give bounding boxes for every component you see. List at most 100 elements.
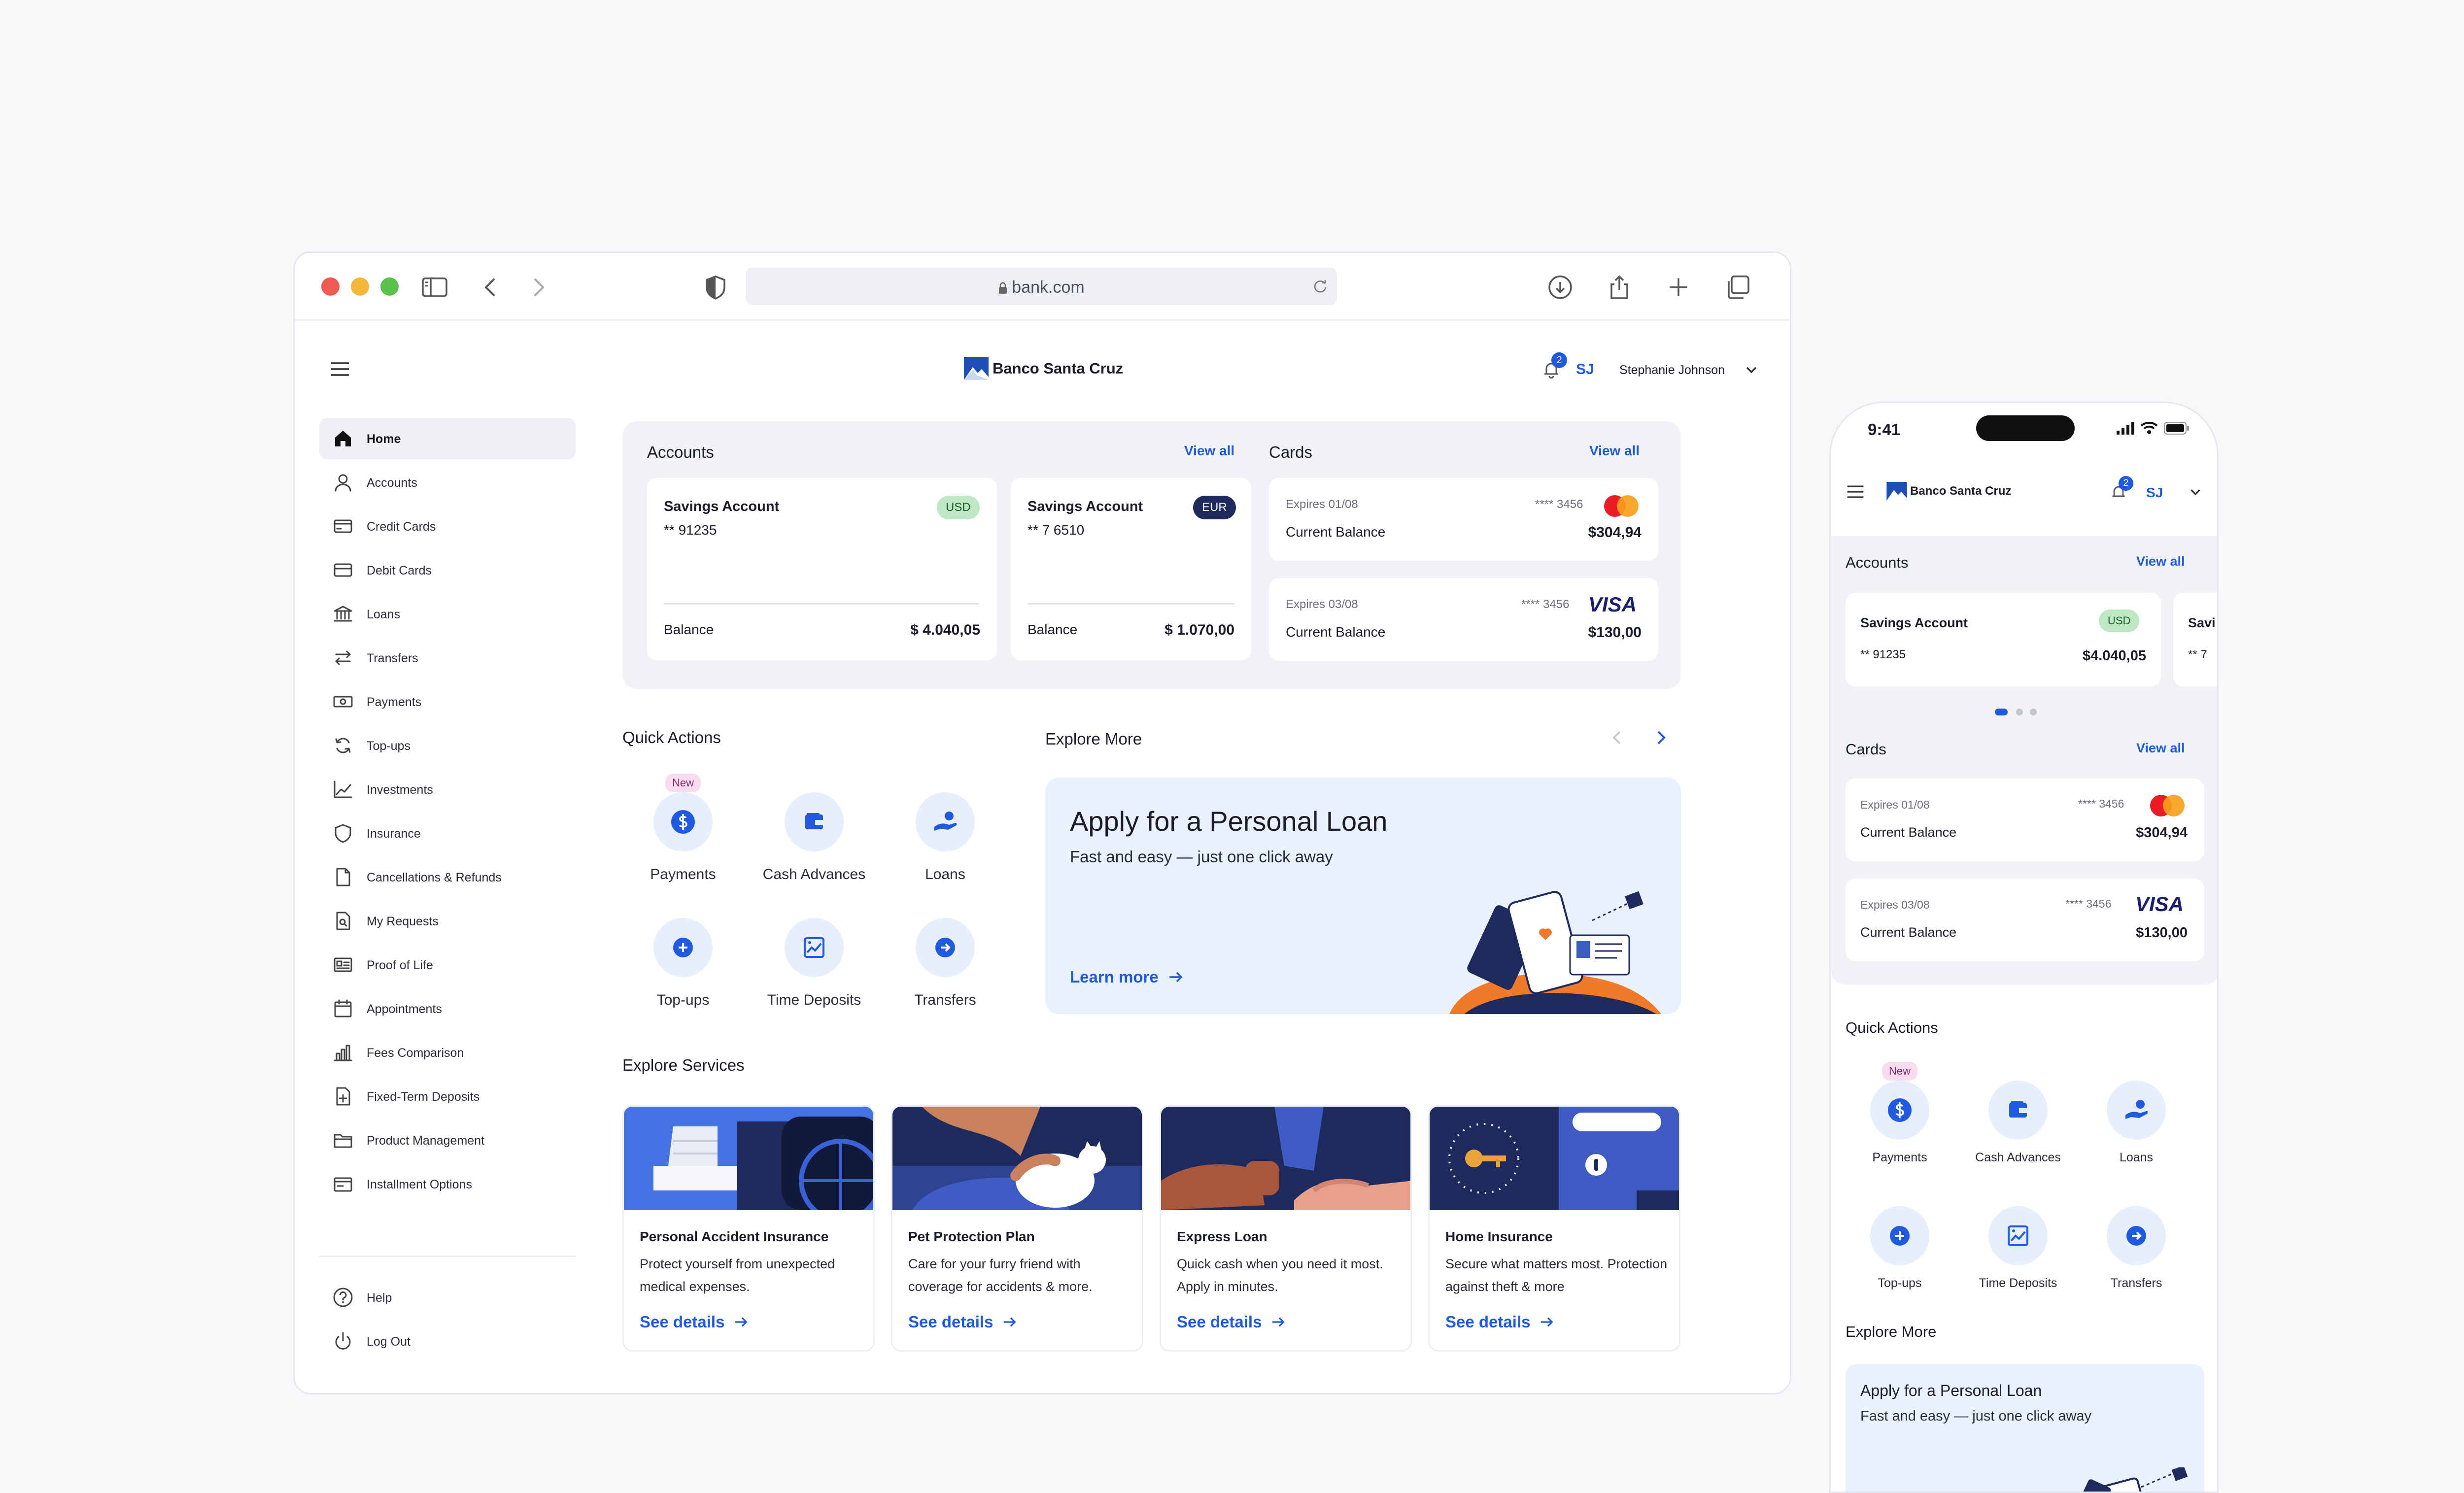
sidebar-item-label: Insurance [367, 827, 421, 841]
cash-icon [332, 691, 354, 713]
quick-action-loans[interactable]: Loans [2087, 1081, 2186, 1165]
credit-card-item[interactable]: Expires 01/08 **** 3456 Current Balance … [1846, 779, 2204, 861]
account-card[interactable]: Savings Account ** 91235 USD Balance $ 4… [647, 478, 997, 660]
sidebar-item-fixed-term-deposits[interactable]: Fixed-Term Deposits [319, 1076, 576, 1117]
sidebar-item-label: Product Management [367, 1134, 485, 1148]
brand-logo[interactable]: Banco Santa Cruz [1886, 482, 2011, 501]
quick-action-cash-advances[interactable]: Cash Advances [750, 792, 878, 883]
quick-action-payments[interactable]: New Payments [1850, 1062, 1949, 1165]
learn-more-link[interactable]: Learn more [1070, 968, 1184, 986]
sidebar-item-home[interactable]: Home [319, 418, 576, 459]
sidebar-item-insurance[interactable]: Insurance [319, 813, 576, 854]
sidebar-item-payments[interactable]: Payments [319, 681, 576, 722]
minimize-window-button[interactable] [351, 277, 369, 296]
sidebar-item-fees-comparison[interactable]: Fees Comparison [319, 1032, 576, 1073]
user-name[interactable]: Stephanie Johnson [1619, 363, 1725, 377]
promo-subtitle: Fast and easy — just one click away [1070, 848, 1333, 866]
sidebar-item-logout[interactable]: Log Out [319, 1321, 576, 1362]
quick-action-loans[interactable]: Loans [881, 792, 1009, 883]
credit-card-item[interactable]: Expires 01/08 **** 3456 Current Balance … [1269, 478, 1658, 561]
account-card[interactable]: Savings Account USD ** 91235 $4.040,05 [1846, 593, 2161, 686]
service-card-pet-protection[interactable]: Pet Protection Plan Care for your furry … [891, 1105, 1143, 1352]
maximize-window-button[interactable] [380, 277, 399, 296]
sidebar-item-my-requests[interactable]: My Requests [319, 900, 576, 942]
carousel-next-icon[interactable] [1650, 727, 1672, 748]
bank-logo-icon [1886, 482, 1907, 501]
wallet-icon [332, 1173, 354, 1195]
sidebar-item-proof-of-life[interactable]: Proof of Life [319, 944, 576, 985]
share-icon[interactable] [1606, 273, 1633, 301]
user-initials[interactable]: SJ [1576, 361, 1594, 378]
see-details-label: See details [640, 1313, 725, 1331]
privacy-shield-icon[interactable] [702, 273, 729, 301]
personal-loan-promo[interactable]: Apply for a Personal Loan Fast and easy … [1045, 778, 1681, 1014]
carousel-dot[interactable] [2016, 709, 2023, 715]
close-window-button[interactable] [321, 277, 340, 296]
see-details-link[interactable]: See details [1445, 1313, 1555, 1331]
tabs-overview-icon[interactable] [1724, 273, 1751, 301]
sidebar-toggle-icon[interactable] [421, 273, 448, 301]
account-card[interactable]: Savings Account ** 7 6510 EUR Balance $ … [1011, 478, 1251, 660]
address-bar[interactable]: bank.com [746, 268, 1337, 305]
quick-action-cash-advances[interactable]: Cash Advances [1969, 1081, 2067, 1165]
notifications-bell-icon[interactable]: 2 [2110, 476, 2133, 501]
quick-action-top-ups[interactable]: Top-ups [1850, 1206, 1949, 1290]
credit-card-item[interactable]: Expires 03/08 **** 3456 VISA Current Bal… [1269, 578, 1658, 661]
service-card-express-loan[interactable]: Express Loan Quick cash when you need it… [1160, 1105, 1412, 1352]
sidebar-item-help[interactable]: Help [319, 1277, 576, 1318]
credit-card-item[interactable]: Expires 03/08 **** 3456 VISA Current Bal… [1846, 879, 2204, 961]
brand-logo[interactable]: Banco Santa Cruz [964, 357, 1123, 380]
sidebar-item-loans[interactable]: Loans [319, 593, 576, 635]
see-details-link[interactable]: See details [908, 1313, 1018, 1331]
menu-icon[interactable] [1846, 482, 1865, 502]
quick-action-transfers[interactable]: Transfers [881, 918, 1009, 1009]
sidebar-item-top-ups[interactable]: Top-ups [319, 725, 576, 766]
chevron-down-icon[interactable] [1744, 362, 1759, 378]
promo-subtitle: Fast and easy — just one click away [1860, 1408, 2092, 1424]
see-details-link[interactable]: See details [1177, 1313, 1286, 1331]
sidebar-item-cancellations-refunds[interactable]: Cancellations & Refunds [319, 856, 576, 898]
menu-icon[interactable] [329, 358, 351, 380]
quick-action-top-ups[interactable]: Top-ups [619, 918, 747, 1009]
service-card-accident-insurance[interactable]: Personal Accident Insurance Protect your… [622, 1105, 875, 1352]
carousel-dot-active[interactable] [1995, 709, 2008, 715]
user-initials[interactable]: SJ [2146, 485, 2163, 501]
download-icon[interactable] [1546, 273, 1574, 301]
status-time: 9:41 [1868, 420, 1901, 439]
accounts-view-all-link[interactable]: View all [1184, 443, 1234, 459]
chevron-down-icon[interactable] [2188, 485, 2203, 500]
cards-view-all-link[interactable]: View all [2136, 741, 2185, 756]
sidebar-item-transfers[interactable]: Transfers [319, 637, 576, 679]
sidebar-item-label: Fees Comparison [367, 1046, 464, 1060]
sidebar-item-appointments[interactable]: Appointments [319, 988, 576, 1029]
sidebar-item-debit-cards[interactable]: Debit Cards [319, 549, 576, 591]
battery-icon [2164, 422, 2190, 435]
quick-action-time-deposits[interactable]: Time Deposits [1969, 1206, 2067, 1290]
accounts-view-all-link[interactable]: View all [2136, 554, 2185, 569]
back-arrow-icon[interactable] [477, 273, 505, 301]
quick-action-transfers[interactable]: Transfers [2087, 1206, 2186, 1290]
account-name: Savings Account [1860, 615, 1968, 630]
see-details-link[interactable]: See details [640, 1313, 749, 1331]
sidebar-item-investments[interactable]: Investments [319, 769, 576, 810]
cards-view-all-link[interactable]: View all [1589, 443, 1640, 459]
account-card-peek[interactable]: Savi ** 7 [2173, 593, 2217, 686]
personal-loan-promo[interactable]: Apply for a Personal Loan Fast and easy … [1846, 1364, 2204, 1492]
reload-icon[interactable] [1311, 277, 1329, 295]
notification-count-badge: 2 [1551, 352, 1567, 368]
new-tab-icon[interactable] [1665, 273, 1692, 301]
sidebar-item-installment-options[interactable]: Installment Options [319, 1163, 576, 1205]
sidebar-item-product-management[interactable]: Product Management [319, 1120, 576, 1161]
quick-action-time-deposits[interactable]: Time Deposits [750, 918, 878, 1009]
carousel-dot[interactable] [2030, 709, 2037, 715]
forward-arrow-icon[interactable] [524, 273, 552, 301]
service-card-home-insurance[interactable]: Home Insurance Secure what matters most.… [1428, 1105, 1680, 1352]
carousel-prev-icon[interactable] [1607, 727, 1628, 748]
quick-action-payments[interactable]: New Payments [619, 774, 747, 883]
notifications-bell-icon[interactable]: 2 [1541, 352, 1567, 379]
sidebar-item-accounts[interactable]: Accounts [319, 462, 576, 503]
quick-action-label: Loans [2119, 1151, 2154, 1164]
sidebar-item-credit-cards[interactable]: Credit Cards [319, 506, 576, 547]
sidebar-item-label: Cancellations & Refunds [367, 871, 502, 884]
see-details-label: See details [908, 1313, 993, 1331]
